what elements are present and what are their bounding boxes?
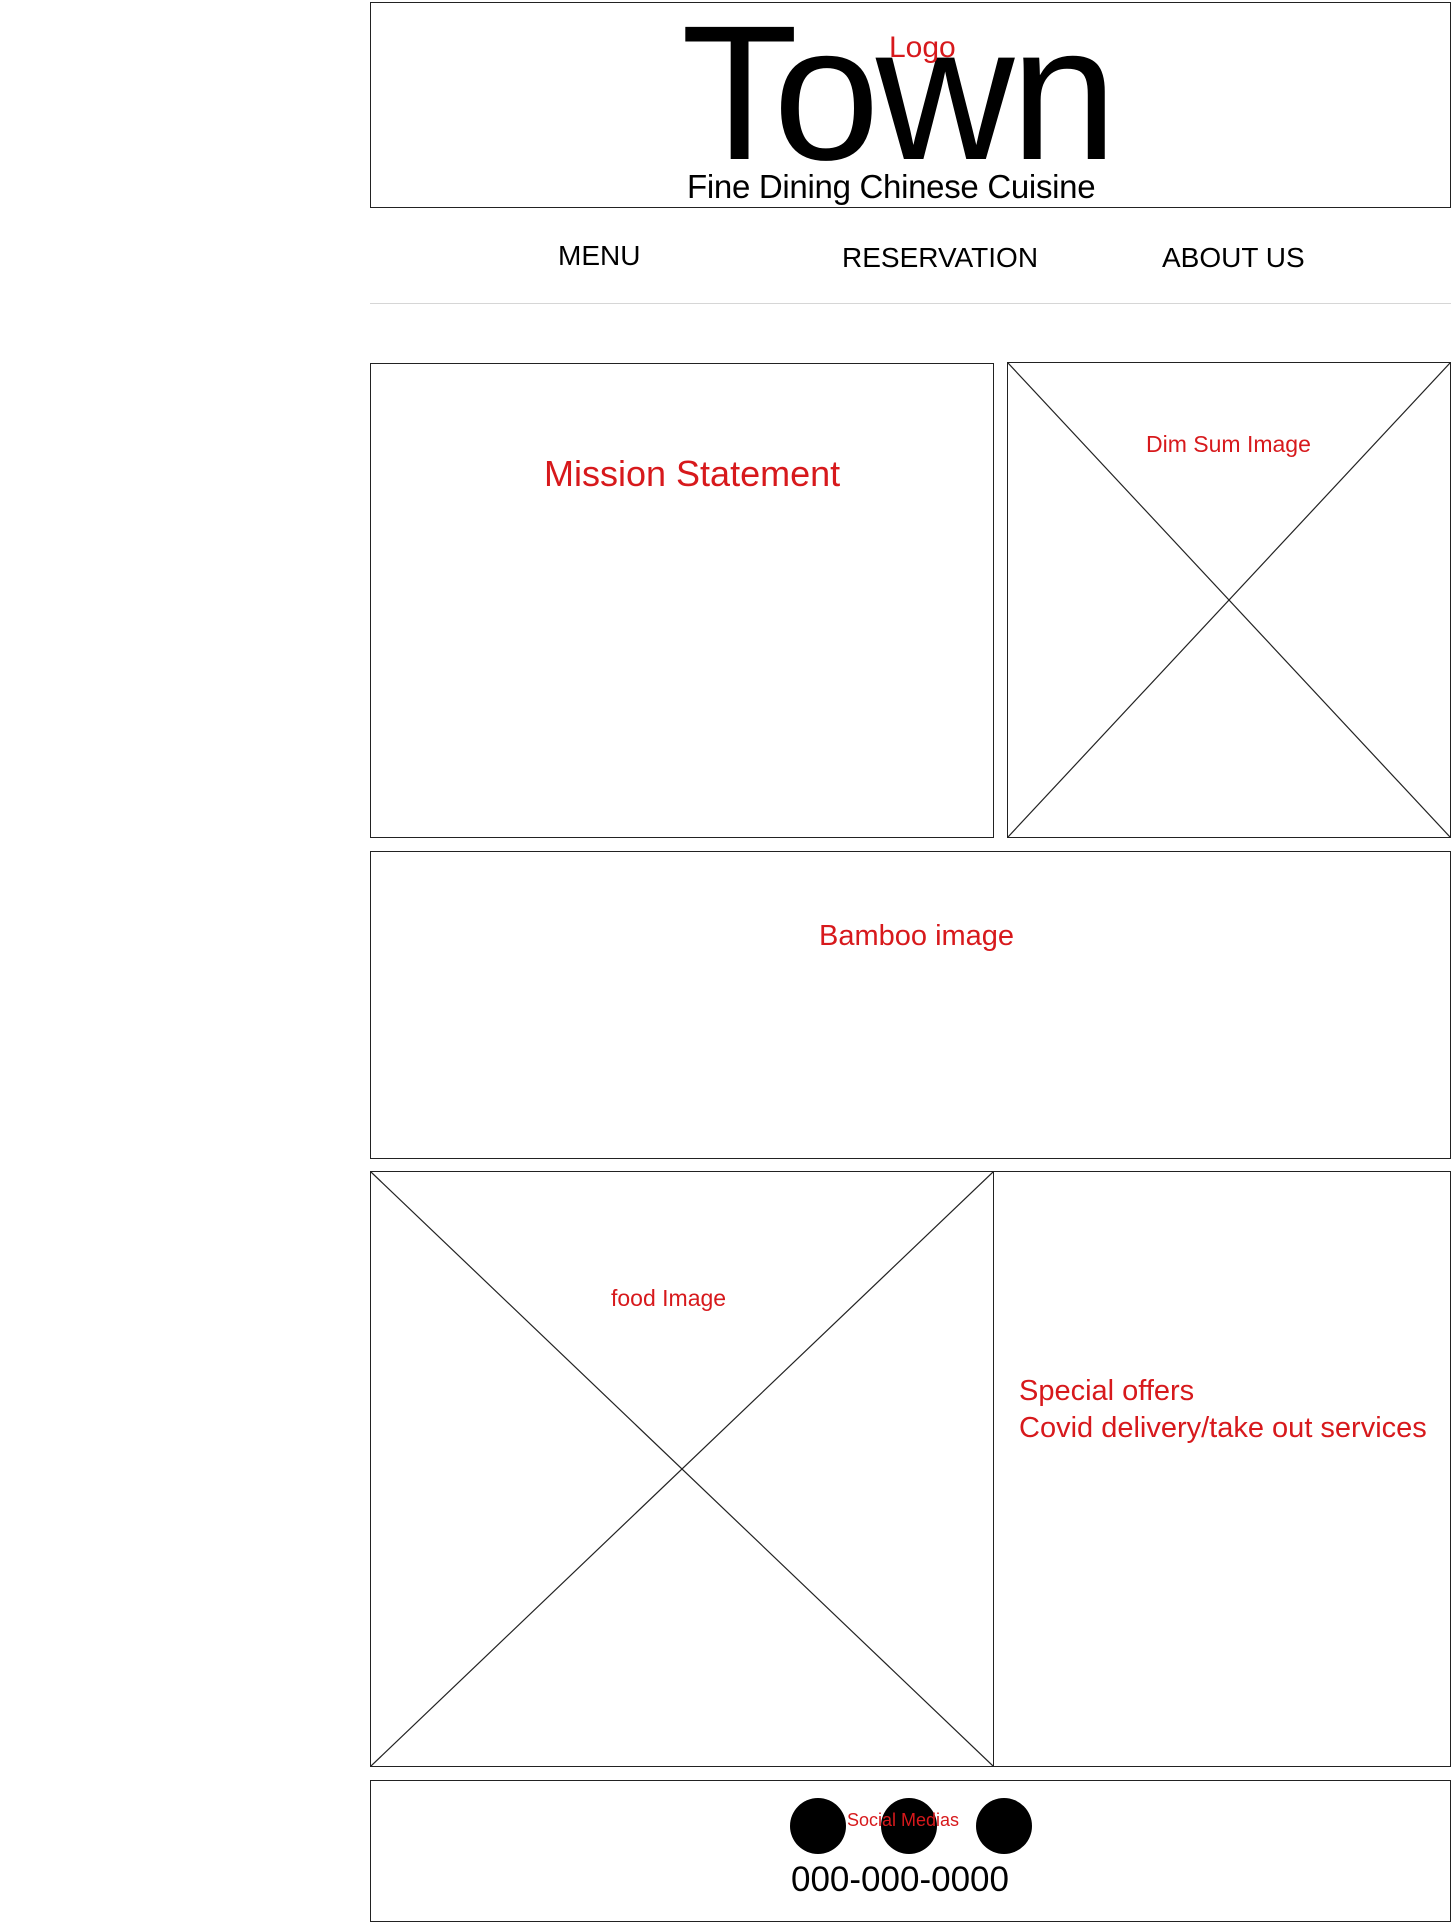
bamboo-image-label: Bamboo image	[819, 920, 1015, 952]
nav-item-about-us[interactable]: ABOUT US	[1162, 243, 1305, 273]
header-logo-box: Town Logo Fine Dining Chinese Cuisine	[370, 0, 1451, 208]
phone-number[interactable]: 000-000-0000	[791, 1860, 1009, 1900]
mission-statement-title: Mission Statement	[544, 453, 841, 494]
tagline: Fine Dining Chinese Cuisine	[687, 168, 1096, 205]
special-offers-text: Special offers Covid delivery/take out s…	[1019, 1373, 1427, 1447]
food-image-placeholder: food Image	[370, 1171, 994, 1767]
dim-sum-image-placeholder: Dim Sum Image	[1007, 362, 1451, 838]
social-media-icon-3[interactable]	[976, 1798, 1032, 1854]
food-image-label: food Image	[611, 1285, 727, 1311]
logo-wordmark[interactable]: Town	[681, 0, 1117, 189]
covid-delivery-text: Covid delivery/take out services	[1019, 1412, 1427, 1444]
nav-item-reservation[interactable]: RESERVATION	[842, 243, 1038, 273]
nav-item-menu[interactable]: MENU	[558, 241, 640, 271]
social-medias-label: Social Medias	[847, 1810, 960, 1830]
special-offers-title: Special offers	[1019, 1375, 1195, 1407]
dim-sum-image-label: Dim Sum Image	[1146, 431, 1311, 457]
nav-divider	[370, 303, 1451, 304]
bamboo-image-box: Bamboo image	[370, 851, 1451, 1159]
footer: Social Medias 000-000-0000	[370, 1780, 1451, 1922]
social-media-icon-1[interactable]	[790, 1798, 846, 1854]
mission-statement-box: Mission Statement	[370, 363, 994, 838]
image-placeholder-cross-icon	[371, 1172, 993, 1766]
logo-annotation: Logo	[889, 31, 956, 64]
